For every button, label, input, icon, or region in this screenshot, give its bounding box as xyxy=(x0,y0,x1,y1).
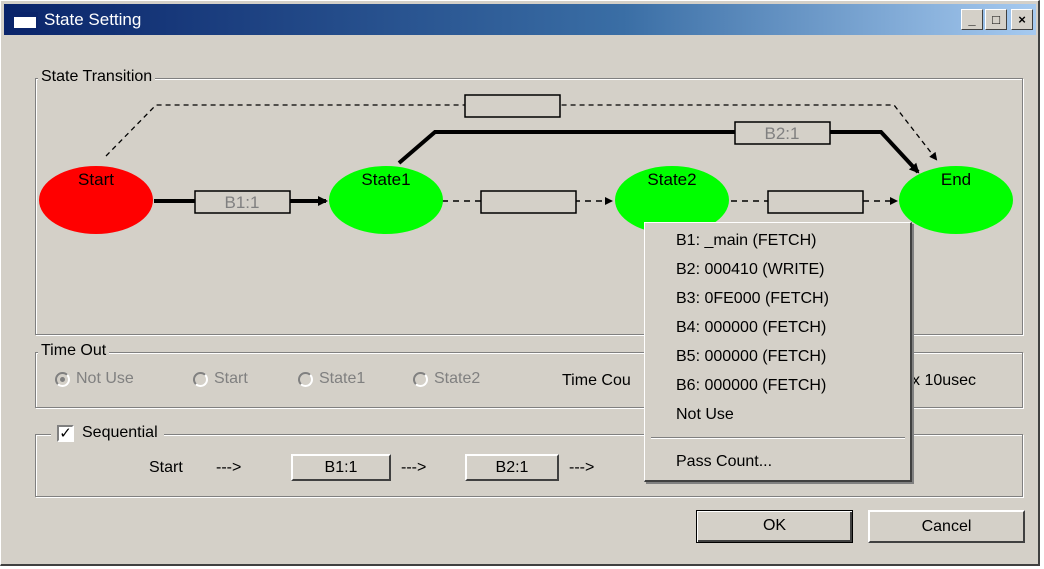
time-out-label: Time Out xyxy=(38,342,110,360)
time-unit-label: x 10usec xyxy=(912,372,977,389)
state-state2-label: State2 xyxy=(647,170,696,189)
ok-button[interactable]: OK xyxy=(696,510,853,543)
menu-item-b5[interactable]: B5: 000000 (FETCH) xyxy=(676,348,826,366)
state-start-label: Start xyxy=(78,170,114,189)
transition-label-start-state1: B1:1 xyxy=(225,193,260,212)
radio-not-use-button[interactable] xyxy=(55,371,70,387)
sequential-label: Sequential xyxy=(82,424,158,441)
menu-item-pass-count[interactable]: Pass Count... xyxy=(676,453,772,471)
menu-item-b3[interactable]: B3: 0FE000 (FETCH) xyxy=(676,290,829,308)
cancel-button[interactable]: Cancel xyxy=(868,510,1025,543)
sequential-step-b1-button[interactable]: B1:1 xyxy=(291,454,391,481)
sequential-header: ✓ Sequential xyxy=(51,424,164,442)
radio-start-button[interactable] xyxy=(193,371,208,387)
edge-state1-to-end xyxy=(397,130,920,174)
radio-state2-button[interactable] xyxy=(413,371,428,387)
time-count-label: Time Cou xyxy=(562,372,631,389)
transition-box-state1-state2[interactable] xyxy=(480,190,577,214)
sequential-arrow-3: ---> xyxy=(569,459,595,476)
menu-item-b6[interactable]: B6: 000000 (FETCH) xyxy=(676,377,826,395)
state-state1-label: State1 xyxy=(361,170,410,189)
radio-not-use-label: Not Use xyxy=(76,370,134,387)
radio-start-label: Start xyxy=(214,370,248,387)
radio-not-use[interactable]: Not Use xyxy=(55,370,134,388)
radio-state2-label: State2 xyxy=(434,370,481,387)
menu-item-not-use[interactable]: Not Use xyxy=(676,406,734,424)
radio-state1-button[interactable] xyxy=(298,371,313,387)
transition-label-state1-end: B2:1 xyxy=(765,124,800,143)
sequential-arrow-2: ---> xyxy=(401,459,427,476)
transition-box-state2-end[interactable] xyxy=(767,190,864,214)
state-setting-window: State Setting _ □ × State Transition B2:… xyxy=(0,0,1040,566)
state-end-label: End xyxy=(941,170,971,189)
menu-separator xyxy=(651,437,905,439)
breakpoint-context-menu: B1: _main (FETCH) B2: 000410 (WRITE) B3:… xyxy=(644,222,912,482)
sequential-step-b2-button[interactable]: B2:1 xyxy=(465,454,559,481)
menu-item-b1[interactable]: B1: _main (FETCH) xyxy=(676,232,816,250)
sequential-arrow-1: ---> xyxy=(216,459,242,476)
menu-item-b2[interactable]: B2: 000410 (WRITE) xyxy=(676,261,825,279)
sequential-start-label: Start xyxy=(149,459,183,476)
transition-box-start-end[interactable] xyxy=(464,94,561,118)
menu-item-b4[interactable]: B4: 000000 (FETCH) xyxy=(676,319,826,337)
radio-state1-label: State1 xyxy=(319,370,366,387)
sequential-checkbox[interactable]: ✓ xyxy=(57,424,74,442)
radio-state2[interactable]: State2 xyxy=(413,370,480,388)
radio-state1[interactable]: State1 xyxy=(298,370,365,388)
radio-start[interactable]: Start xyxy=(193,370,248,388)
